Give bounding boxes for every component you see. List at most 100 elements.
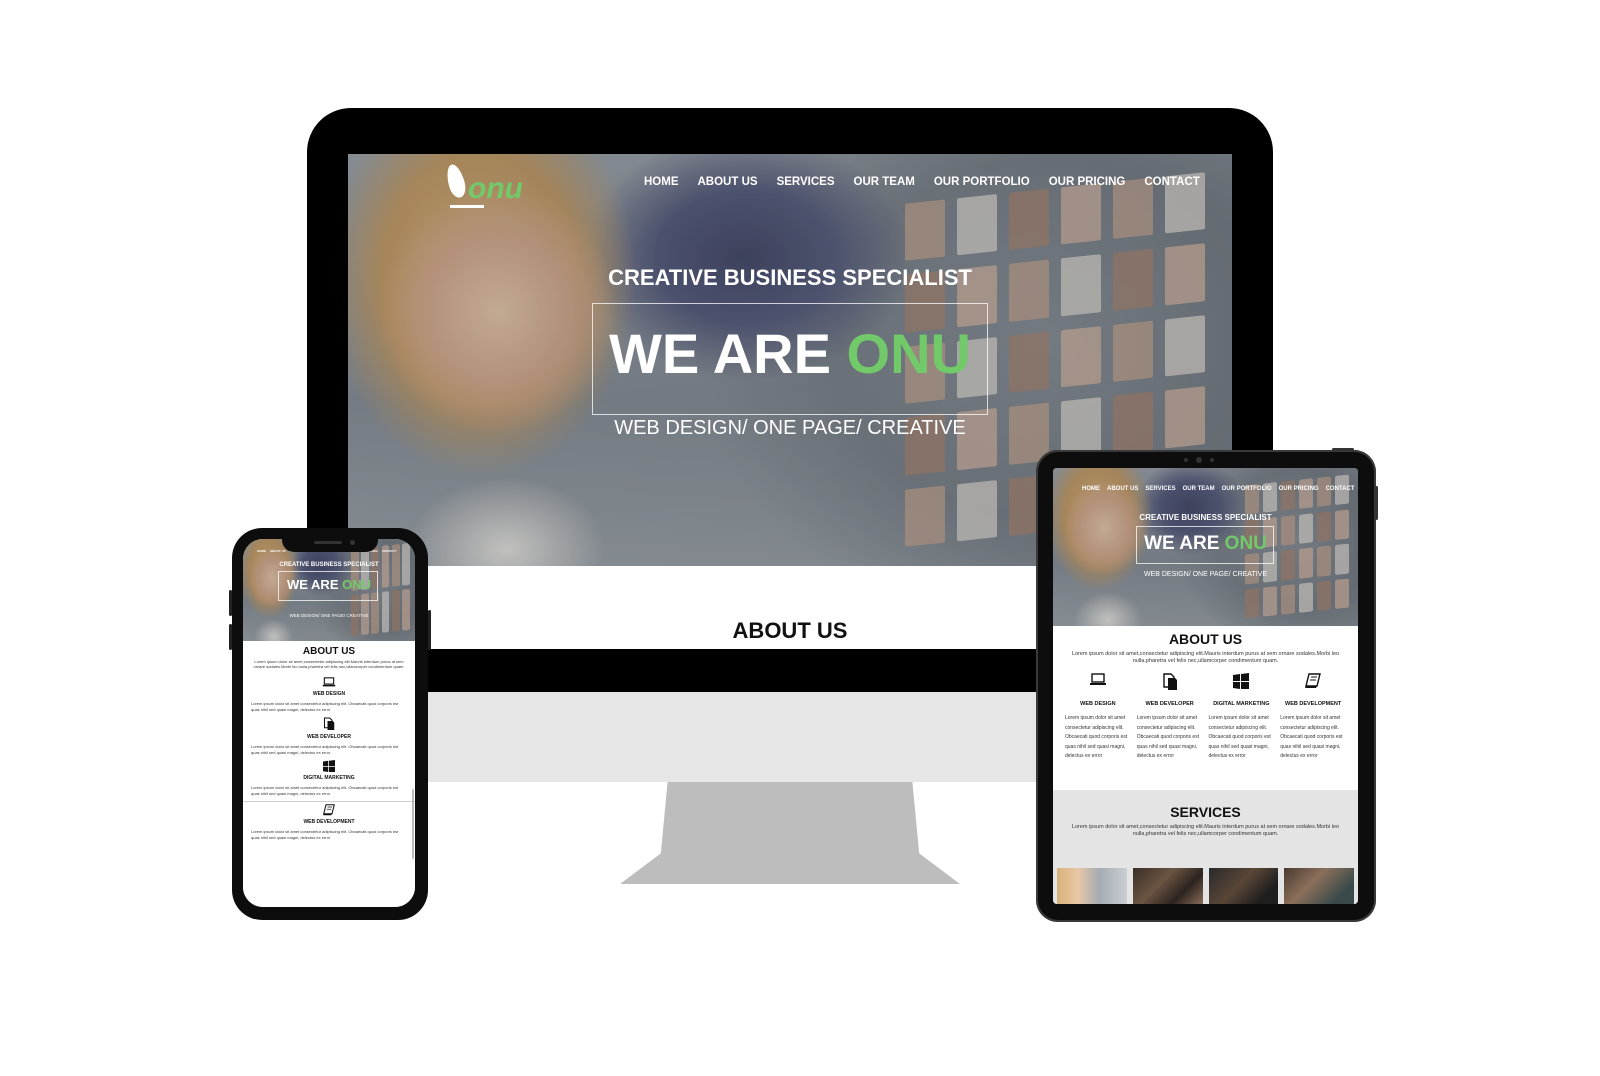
book-icon <box>243 804 415 816</box>
service-card: DIGITAL MARKETING Lorem ipsum dolor sit … <box>243 760 415 796</box>
service-name: WEB DESIGN <box>312 691 346 697</box>
hero-title-prefix: WE ARE <box>609 322 831 385</box>
nav-services[interactable]: SERVICES <box>777 176 835 188</box>
documents-icon <box>1137 673 1203 693</box>
tablet-screen: HOME ABOUT US SERVICES OUR TEAM OUR PORT… <box>1053 468 1358 904</box>
phone-side-button <box>229 590 232 616</box>
service-description: Lorem ipsum dolor sit amet consectetur a… <box>1136 715 1200 759</box>
laptop-icon <box>243 677 415 688</box>
phone-side-button <box>229 624 232 650</box>
tablet-side-button <box>1332 448 1354 451</box>
documents-icon <box>243 717 415 731</box>
hero-title: WE ARE ONU <box>243 577 415 593</box>
portfolio-thumb[interactable] <box>1057 868 1127 904</box>
windows-icon <box>243 760 415 772</box>
service-name: WEB DEVELOPMENT <box>303 819 355 825</box>
nav-our-pricing[interactable]: OUR PRICING <box>1279 486 1319 492</box>
flame-icon <box>443 162 469 200</box>
tablet-sensor <box>1210 458 1214 462</box>
hero-title-prefix: WE ARE <box>1144 533 1220 554</box>
about-text: Lorem ipsum dolor sit amet,consectetur a… <box>253 659 405 669</box>
service-description: Lorem ipsum dolor sit amet consectetur a… <box>1280 715 1343 759</box>
service-name: WEB DEVELOPMENT <box>1285 701 1342 707</box>
service-name: WEB DESIGN <box>1080 701 1116 707</box>
service-card: DIGITAL MARKETING Lorem ipsum dolor sit … <box>1209 673 1275 762</box>
hero-section: HOME ABOUT US SERVICES OUR TEAM OUR PORT… <box>243 539 415 641</box>
hero-title-brand: ONU <box>1224 533 1267 554</box>
nav-our-portfolio[interactable]: OUR PORTFOLIO <box>1222 486 1272 492</box>
phone-speaker <box>314 541 342 544</box>
portfolio-thumb[interactable] <box>1284 868 1354 904</box>
nav-home[interactable]: HOME <box>257 549 266 553</box>
service-card: WEB DEVELOPER Lorem ipsum dolor sit amet… <box>1137 673 1203 762</box>
service-description: Lorem ipsum dolor sit amet consectetur a… <box>1065 715 1128 759</box>
service-description: Lorem ipsum dolor sit amet consectetur a… <box>251 785 399 796</box>
logo-underline <box>450 205 484 208</box>
windows-icon <box>1209 673 1275 693</box>
service-card: WEB DEVELOPER Lorem ipsum dolor sit amet… <box>243 717 415 755</box>
phone-camera-icon <box>350 540 355 545</box>
hero-tagline: WEB DESIGN/ ONE PAGE/ CREATIVE <box>289 613 369 618</box>
hero-tagline: WEB DESIGN/ ONE PAGE/ CREATIVE <box>614 417 966 439</box>
nav-contact[interactable]: CONTACT <box>382 549 396 553</box>
nav-about-us[interactable]: ABOUT US <box>270 549 286 553</box>
portfolio-strip <box>1057 868 1354 904</box>
phone-notch <box>282 536 378 552</box>
hero-title-brand: ONU <box>846 322 971 385</box>
main-nav: HOME ABOUT US SERVICES OUR TEAM OUR PORT… <box>644 176 1200 188</box>
site-logo[interactable]: onu <box>443 162 523 208</box>
about-text: Lorem ipsum dolor sit amet,consectetur a… <box>1071 651 1340 664</box>
nav-our-portfolio[interactable]: OUR PORTFOLIO <box>934 176 1030 188</box>
hero-title-brand: ONU <box>342 577 372 592</box>
nav-contact[interactable]: CONTACT <box>1144 176 1199 188</box>
tablet-camera-icon <box>1196 457 1202 463</box>
nav-our-team[interactable]: OUR TEAM <box>1183 486 1215 492</box>
services-section: SERVICES Lorem ipsum dolor sit amet,cons… <box>1053 790 1358 904</box>
nav-home[interactable]: HOME <box>1082 486 1100 492</box>
nav-about-us[interactable]: ABOUT US <box>1107 486 1138 492</box>
nav-home[interactable]: HOME <box>644 176 679 188</box>
nav-about-us[interactable]: ABOUT US <box>698 176 758 188</box>
phone-screen: HOME ABOUT US SERVICES OUR TEAM OUR PORT… <box>243 539 415 907</box>
service-description: Lorem ipsum dolor sit amet consectetur a… <box>251 829 399 840</box>
hero-kicker: CREATIVE BUSINESS SPECIALIST <box>608 265 972 290</box>
hero-title-prefix: WE ARE <box>286 577 339 592</box>
service-name: WEB DEVELOPER <box>1145 701 1194 707</box>
service-name: DIGITAL MARKETING <box>1213 701 1270 707</box>
about-section: ABOUT US Lorem ipsum dolor sit amet,cons… <box>1053 626 1358 790</box>
nav-contact[interactable]: CONTACT <box>1326 486 1355 492</box>
service-name: DIGITAL MARKETING <box>303 775 355 781</box>
main-nav: HOME ABOUT US SERVICES OUR TEAM OUR PORT… <box>1082 486 1354 492</box>
logo-wordmark: onu <box>468 172 523 205</box>
nav-our-team[interactable]: OUR TEAM <box>854 176 915 188</box>
about-title: ABOUT US <box>302 646 356 657</box>
services-grid: WEB DESIGN Lorem ipsum dolor sit amet co… <box>1053 665 1358 762</box>
tablet-side-button <box>1375 486 1378 520</box>
monitor-stand <box>620 782 960 884</box>
service-description: Lorem ipsum dolor sit amet consectetur a… <box>251 701 399 712</box>
hero-kicker: CREATIVE BUSINESS SPECIALIST <box>279 562 379 568</box>
about-section: ABOUT US Lorem ipsum dolor sit amet,cons… <box>243 641 415 907</box>
portfolio-thumb[interactable] <box>1132 868 1203 904</box>
hero-section: HOME ABOUT US SERVICES OUR TEAM OUR PORT… <box>1053 468 1358 626</box>
book-icon <box>1280 673 1346 693</box>
service-card: WEB DESIGN Lorem ipsum dolor sit amet co… <box>1065 673 1131 762</box>
nav-services[interactable]: SERVICES <box>1145 486 1175 492</box>
tablet-sensor <box>1184 458 1188 462</box>
portfolio-thumb[interactable] <box>1208 868 1279 904</box>
service-card: WEB DESIGN Lorem ipsum dolor sit amet co… <box>243 677 415 712</box>
nav-our-pricing[interactable]: OUR PRICING <box>1049 176 1126 188</box>
about-title: ABOUT US <box>1168 631 1243 647</box>
hero-kicker: CREATIVE BUSINESS SPECIALIST <box>1139 513 1272 522</box>
service-name: WEB DEVELOPER <box>307 734 351 740</box>
hero-title: WE ARE ONU <box>348 322 1232 386</box>
service-description: Lorem ipsum dolor sit amet consectetur a… <box>251 744 399 755</box>
scrollbar[interactable] <box>412 789 414 859</box>
hero-tagline: WEB DESIGN/ ONE PAGE/ CREATIVE <box>1143 571 1268 578</box>
divider <box>243 801 415 802</box>
hero-title: WE ARE ONU <box>1053 532 1358 556</box>
service-description: Lorem ipsum dolor sit amet consectetur a… <box>1208 715 1271 759</box>
service-card: WEB DEVELOPMENT Lorem ipsum dolor sit am… <box>243 804 415 840</box>
laptop-icon <box>1065 673 1131 693</box>
phone-side-button <box>428 610 431 650</box>
